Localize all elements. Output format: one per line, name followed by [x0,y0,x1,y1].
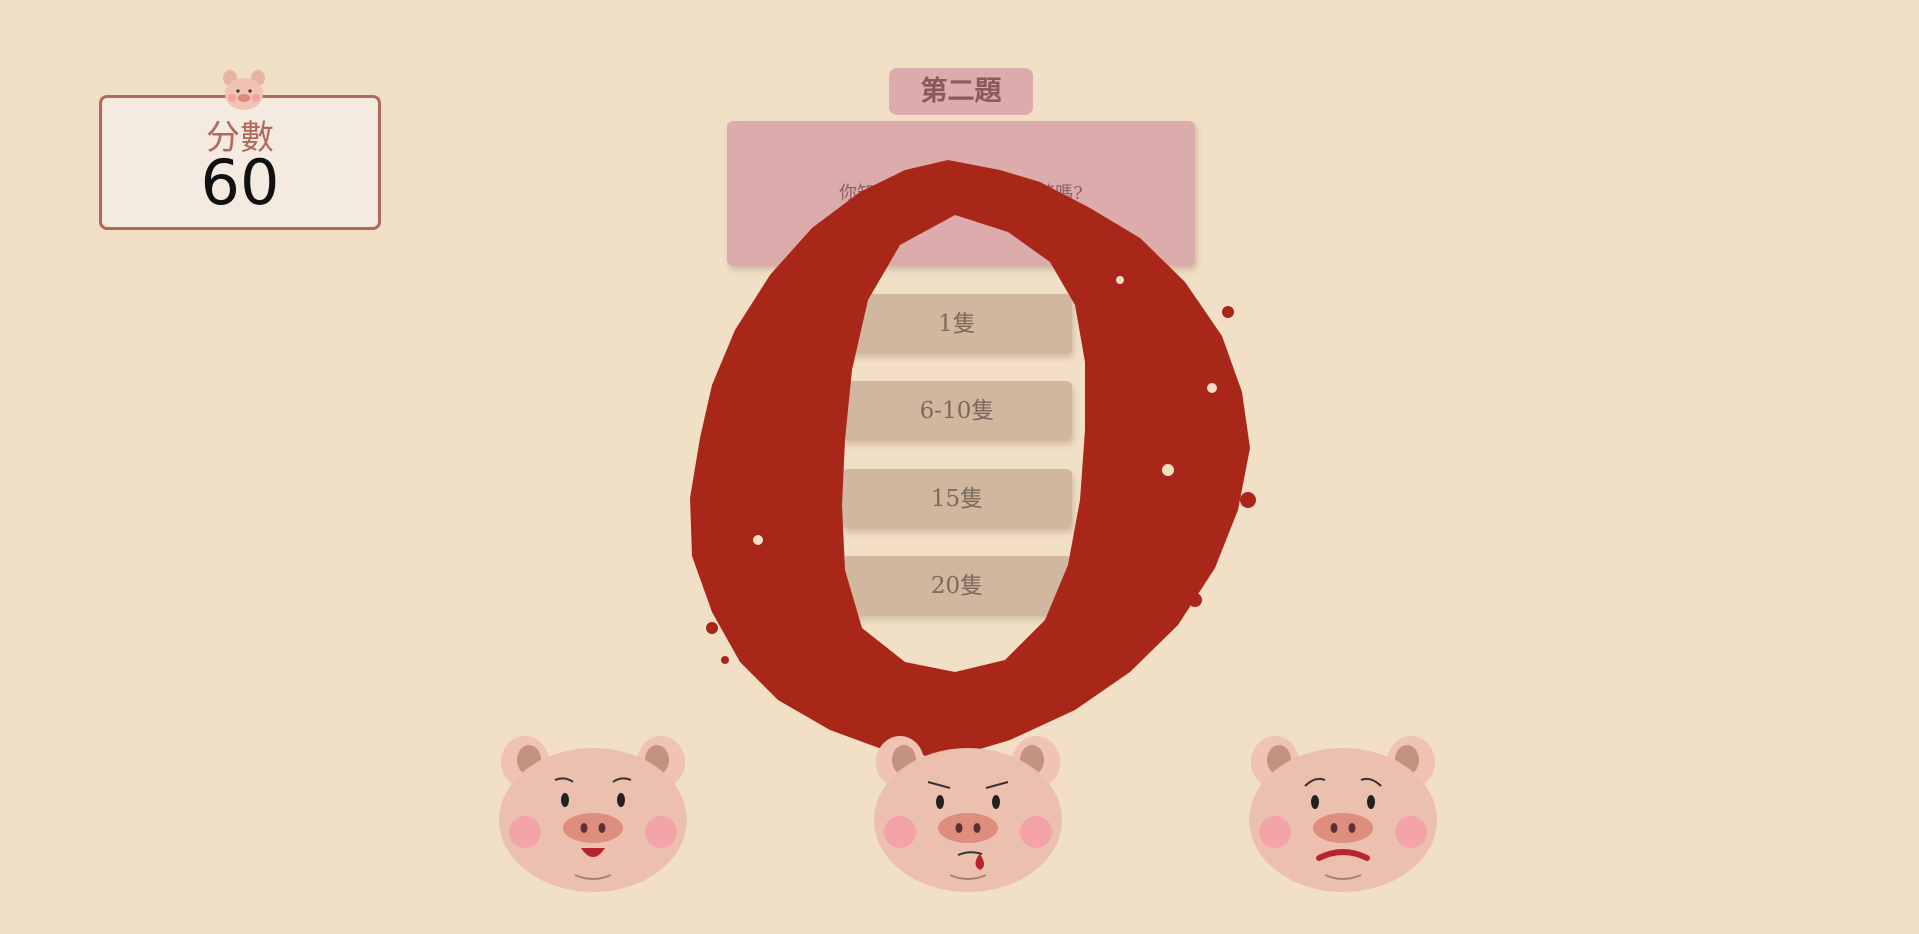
cheeky-pig-icon [874,736,1062,892]
happy-pig-icon [499,736,687,892]
worried-pig-icon [1249,736,1437,892]
option-button-4[interactable]: 20隻 [842,556,1072,616]
option-button-2[interactable]: 6-10隻 [842,381,1072,441]
option-button-1[interactable]: 1隻 [842,294,1072,354]
score-card: 分數 60 [99,70,381,230]
question-text: 你知道豬一次能生幾隻小豬嗎? [727,121,1195,266]
option-button-3[interactable]: 15隻 [842,469,1072,529]
pig-head-icon [223,70,265,110]
question-title: 第二題 [889,68,1033,115]
score-value: 60 [200,146,280,219]
